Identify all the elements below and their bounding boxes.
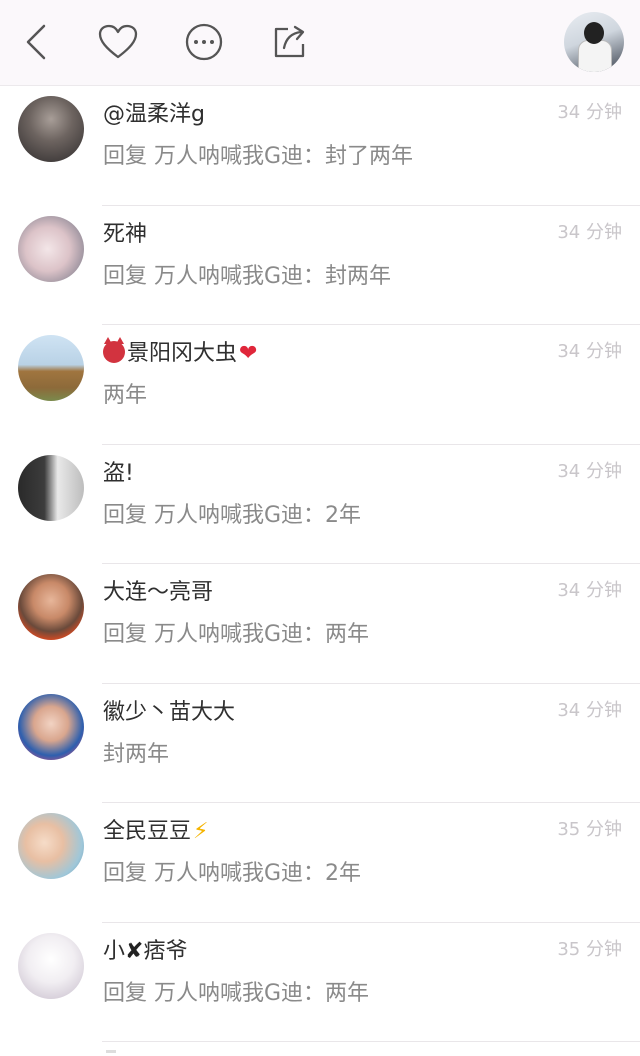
more-button[interactable]: [184, 22, 224, 62]
comment-author[interactable]: 徽少丶苗大大: [103, 694, 235, 726]
comment-text: 回复 万人呐喊我G迪：2年: [103, 502, 362, 528]
comment-row[interactable]: 徽少丶苗大大 封两年 34 分钟: [0, 684, 640, 803]
comment-text: 两年: [103, 383, 148, 408]
avatar-figure-head: [584, 22, 604, 44]
comment-author-name-part: 小: [103, 938, 126, 964]
comment-author-name: 景阳冈大虫: [127, 341, 238, 366]
comment-author-name-part: 痞爷: [143, 938, 188, 964]
comment-time: 34 分钟: [557, 102, 622, 123]
comment-row[interactable]: 全民豆豆⚡ 回复 万人呐喊我G迪：2年 35 分钟: [0, 803, 640, 923]
share-square-icon: [274, 25, 305, 58]
cross-mark-emoji: ✘: [125, 938, 144, 964]
comment-row[interactable]: 盗! 回复 万人呐喊我G迪：2年 34 分钟: [0, 445, 640, 564]
comment-text: 回复 万人呐喊我G迪：封两年: [103, 263, 392, 289]
comment-time: 34 分钟: [557, 460, 622, 482]
profile-avatar[interactable]: [564, 12, 624, 72]
comment-row[interactable]: 大连～亮哥 回复 万人呐喊我G迪：两年 34 分钟: [0, 564, 640, 684]
comment-time: 35 分钟: [557, 938, 622, 960]
like-button[interactable]: [98, 22, 138, 62]
comment-text: 回复 万人呐喊我G迪：两年: [103, 622, 370, 647]
comment-author[interactable]: 景阳冈大虫❤: [103, 335, 257, 367]
comment-time: 34 分钟: [557, 699, 622, 721]
comment-author[interactable]: 死神: [103, 216, 147, 248]
comment-row[interactable]: 景阳冈大虫❤ 两年 34 分钟: [0, 325, 640, 445]
avatar[interactable]: [18, 932, 84, 999]
top-bar: [0, 0, 640, 86]
comment-author[interactable]: @温柔洋g: [103, 96, 205, 128]
comment-text: 回复 万人呐喊我G迪：2年: [103, 861, 362, 886]
avatar[interactable]: [18, 215, 84, 282]
avatar[interactable]: [18, 813, 84, 879]
comment-time: 34 分钟: [557, 580, 622, 601]
comment-author[interactable]: 全民豆豆⚡: [103, 813, 208, 845]
comment-text: 封两年: [103, 741, 170, 767]
heart-emoji: ❤: [239, 341, 258, 366]
lightning-emoji: ⚡: [193, 819, 209, 844]
avatar-figure-body: [578, 40, 612, 72]
back-button[interactable]: [16, 22, 56, 62]
ellipsis-circle-icon: [185, 23, 223, 61]
heart-outline-icon: [98, 24, 138, 59]
avatar[interactable]: [18, 335, 84, 401]
share-button[interactable]: [270, 22, 310, 62]
comment-author[interactable]: 大连～亮哥: [103, 574, 213, 606]
comment-row[interactable]: 死神 回复 万人呐喊我G迪：封两年 34 分钟: [0, 206, 640, 325]
comment-time: 34 分钟: [557, 221, 622, 243]
comment-author-name: 全民豆豆: [103, 819, 192, 844]
avatar[interactable]: [18, 96, 84, 162]
comment-time: 34 分钟: [557, 341, 622, 362]
avatar[interactable]: [18, 693, 84, 760]
comment-author[interactable]: 小✘痞爷: [103, 933, 187, 965]
avatar[interactable]: [18, 574, 84, 640]
avatar[interactable]: [18, 454, 84, 521]
next-row-peek: [106, 1050, 116, 1053]
chevron-left-icon: [26, 24, 46, 60]
comment-text: 回复 万人呐喊我G迪：两年: [103, 980, 370, 1006]
comment-list: @温柔洋g 回复 万人呐喊我G迪：封了两年 34 分钟 死神 回复 万人呐喊我G…: [0, 86, 640, 1042]
devil-face-icon: [103, 337, 125, 363]
comment-time: 35 分钟: [557, 819, 622, 840]
comment-author[interactable]: 盗!: [103, 455, 134, 487]
divider: [102, 1041, 640, 1042]
comment-row[interactable]: 小✘痞爷 回复 万人呐喊我G迪：两年 35 分钟: [0, 923, 640, 1042]
comment-row[interactable]: @温柔洋g 回复 万人呐喊我G迪：封了两年 34 分钟: [0, 86, 640, 206]
comment-text: 回复 万人呐喊我G迪：封了两年: [103, 144, 414, 169]
